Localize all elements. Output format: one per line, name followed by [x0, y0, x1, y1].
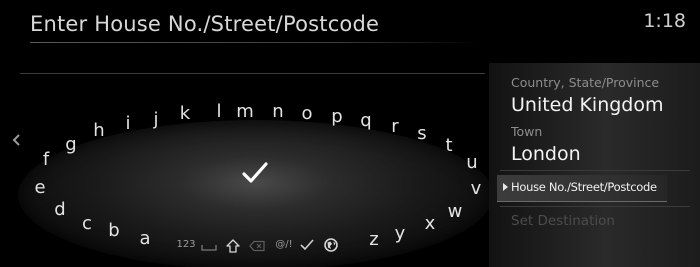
key-o[interactable]: o — [301, 105, 312, 123]
country-label: Country, State/Province — [511, 75, 660, 90]
key-a[interactable]: a — [139, 230, 150, 248]
key-m[interactable]: m — [236, 103, 254, 121]
set-destination-button[interactable]: Set Destination — [511, 213, 615, 229]
small-checkmark-icon[interactable] — [300, 239, 314, 251]
key-w[interactable]: w — [448, 203, 463, 221]
shift-icon[interactable] — [226, 239, 240, 253]
key-d[interactable]: d — [54, 201, 65, 219]
panel-divider — [500, 170, 690, 171]
title-divider — [30, 42, 480, 43]
key-t[interactable]: t — [445, 137, 452, 155]
navigation-address-entry-screen: Enter House No./Street/Postcode 1:18 a b… — [0, 0, 700, 267]
triangle-right-icon — [503, 183, 508, 191]
text-input-line[interactable] — [20, 73, 485, 74]
key-g[interactable]: g — [65, 136, 76, 154]
key-u[interactable]: u — [466, 154, 477, 172]
key-s[interactable]: s — [417, 125, 426, 143]
key-q[interactable]: q — [360, 112, 371, 130]
key-p[interactable]: p — [331, 108, 342, 126]
key-z[interactable]: z — [369, 231, 378, 249]
key-r[interactable]: r — [391, 118, 398, 136]
space-bar-icon[interactable] — [201, 244, 217, 252]
chevron-left-icon[interactable] — [8, 130, 24, 150]
key-j[interactable]: j — [153, 111, 158, 129]
panel-divider — [500, 206, 690, 207]
clock: 1:18 — [643, 10, 686, 32]
key-k[interactable]: k — [180, 105, 190, 123]
numbers-key[interactable]: 123 — [176, 240, 195, 250]
country-value[interactable]: United Kingdom — [511, 94, 664, 116]
checkmark-icon[interactable] — [240, 160, 270, 186]
key-i[interactable]: i — [125, 115, 130, 133]
backspace-icon[interactable] — [249, 240, 265, 252]
key-n[interactable]: n — [272, 103, 283, 121]
selected-item-label: House No./Street/Postcode — [511, 180, 657, 194]
key-x[interactable]: x — [425, 215, 436, 233]
globe-icon[interactable] — [324, 238, 338, 252]
key-y[interactable]: y — [395, 225, 406, 243]
key-b[interactable]: b — [108, 222, 119, 240]
house-street-postcode-item[interactable]: House No./Street/Postcode — [497, 175, 667, 202]
key-v[interactable]: v — [471, 180, 482, 198]
key-f[interactable]: f — [43, 151, 49, 169]
town-label: Town — [511, 124, 543, 139]
symbols-key[interactable]: @/! — [275, 240, 292, 250]
town-value[interactable]: London — [511, 143, 581, 165]
page-title: Enter House No./Street/Postcode — [30, 12, 380, 36]
key-c[interactable]: c — [82, 215, 92, 233]
key-e[interactable]: e — [34, 179, 45, 197]
key-l[interactable]: l — [216, 103, 221, 121]
key-h[interactable]: h — [93, 122, 104, 140]
